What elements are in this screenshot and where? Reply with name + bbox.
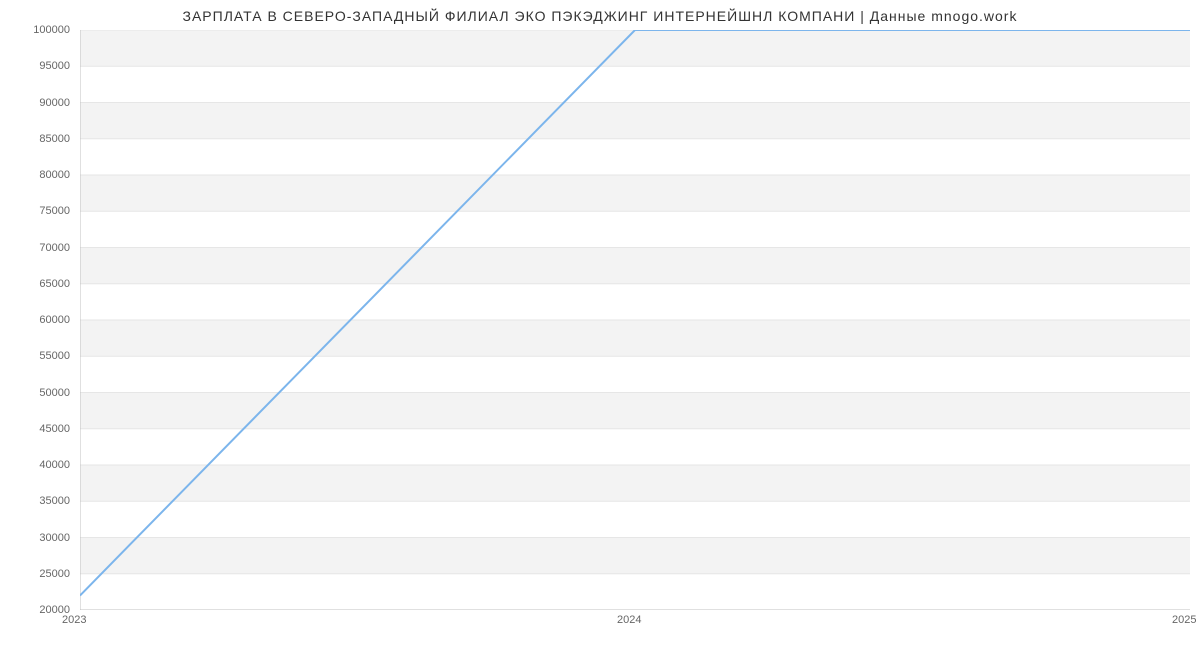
grid-band bbox=[80, 103, 1190, 139]
chart-container: ЗАРПЛАТА В СЕВЕРО-ЗАПАДНЫЙ ФИЛИАЛ ЭКО ПЭ… bbox=[0, 0, 1200, 650]
x-tick-label: 2025 bbox=[1172, 614, 1196, 626]
x-tick-label: 2023 bbox=[62, 614, 86, 626]
grid-band bbox=[80, 320, 1190, 356]
grid-band bbox=[80, 465, 1190, 501]
y-tick-label: 30000 bbox=[0, 532, 70, 544]
y-tick-label: 55000 bbox=[0, 350, 70, 362]
y-tick-label: 25000 bbox=[0, 568, 70, 580]
y-tick-label: 20000 bbox=[0, 604, 70, 616]
y-tick-label: 60000 bbox=[0, 314, 70, 326]
y-tick-label: 85000 bbox=[0, 133, 70, 145]
y-tick-label: 75000 bbox=[0, 205, 70, 217]
chart-plot bbox=[80, 30, 1190, 610]
grid-band bbox=[80, 393, 1190, 429]
grid-band bbox=[80, 175, 1190, 211]
grid-band bbox=[80, 538, 1190, 574]
y-tick-label: 35000 bbox=[0, 495, 70, 507]
y-tick-label: 45000 bbox=[0, 423, 70, 435]
y-tick-label: 70000 bbox=[0, 242, 70, 254]
y-tick-label: 100000 bbox=[0, 24, 70, 36]
y-tick-label: 95000 bbox=[0, 60, 70, 72]
grid-band bbox=[80, 30, 1190, 66]
y-tick-label: 65000 bbox=[0, 278, 70, 290]
x-tick-label: 2024 bbox=[617, 614, 641, 626]
y-tick-label: 50000 bbox=[0, 387, 70, 399]
y-tick-label: 80000 bbox=[0, 169, 70, 181]
y-tick-label: 90000 bbox=[0, 97, 70, 109]
grid-band bbox=[80, 248, 1190, 284]
chart-title: ЗАРПЛАТА В СЕВЕРО-ЗАПАДНЫЙ ФИЛИАЛ ЭКО ПЭ… bbox=[0, 8, 1200, 24]
y-tick-label: 40000 bbox=[0, 459, 70, 471]
